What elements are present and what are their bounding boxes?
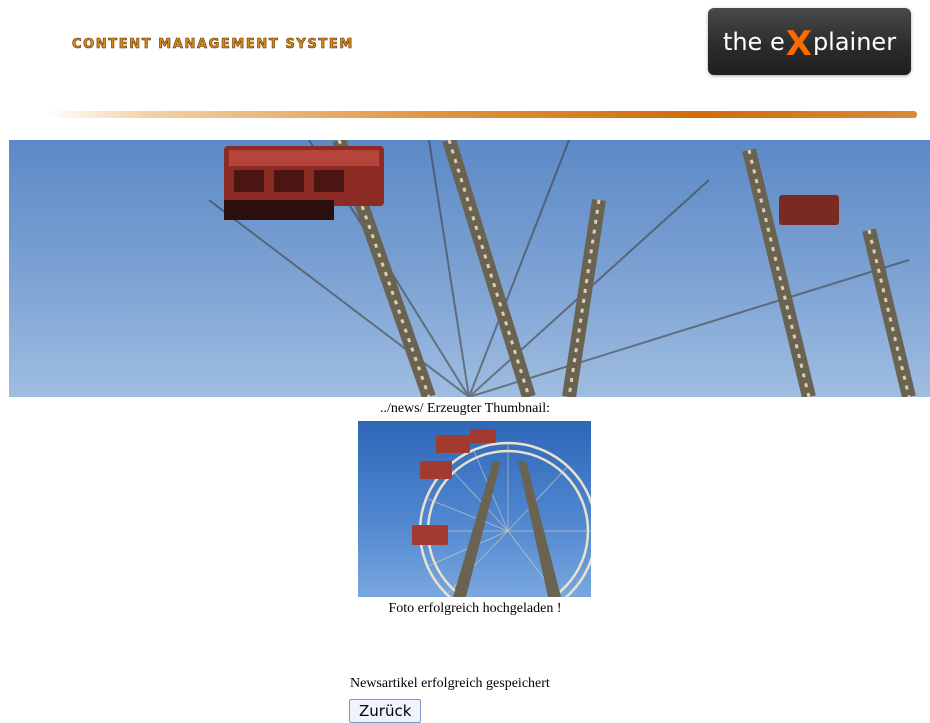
ferris-wheel-banner-picture bbox=[208, 140, 916, 397]
logo-x: X bbox=[785, 23, 812, 64]
back-button[interactable]: Zurück bbox=[349, 699, 422, 723]
thumbnail-caption: ../news/ Erzeugter Thumbnail: bbox=[379, 401, 551, 416]
ferris-wheel-thumbnail-picture bbox=[412, 429, 591, 597]
thumbnail-image bbox=[358, 421, 591, 597]
cms-title: CONTENT MANAGEMENT SYSTEM bbox=[72, 37, 354, 53]
logo-text-after: plainer bbox=[812, 27, 897, 56]
banner-image bbox=[9, 140, 930, 397]
logo-text-before: the e bbox=[722, 27, 785, 56]
explainer-logo: the e Xplainer bbox=[708, 8, 911, 75]
upload-success-message: Foto erfolgreich hochgeladen ! bbox=[388, 601, 562, 616]
save-success-message: Newsartikel erfolgreich gespeichert bbox=[350, 676, 550, 691]
header-divider bbox=[45, 111, 917, 118]
